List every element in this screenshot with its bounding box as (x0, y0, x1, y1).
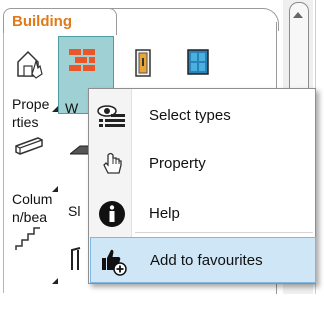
menu-label-property: Property (149, 155, 206, 172)
window-icon (187, 49, 209, 75)
tile-menu-indicator (52, 278, 58, 284)
menu-label-add-to-favourites: Add to favourites (150, 252, 263, 269)
tool-tile-column-beam[interactable]: Colum n/bea (6, 120, 60, 225)
menu-label-select-types: Select types (149, 107, 231, 124)
tab-building-label: Building (12, 13, 72, 30)
tile-menu-indicator (52, 186, 58, 192)
hand-pointer-icon (103, 152, 122, 174)
tab-building[interactable]: Building (3, 8, 117, 35)
menu-item-property[interactable]: Property (90, 141, 316, 187)
scroll-up-icon[interactable] (293, 12, 303, 18)
tool-tile-stair[interactable] (6, 212, 60, 286)
context-menu: Select types Property Help Add to favour… (88, 88, 316, 284)
properties-icon (17, 50, 43, 79)
menu-label-help: Help (149, 205, 180, 222)
stair-icon (15, 227, 40, 250)
menu-item-help[interactable]: Help (90, 191, 316, 237)
scrollbar-edge (315, 0, 324, 294)
tab-strip-outline (102, 8, 279, 31)
panel-left-border (3, 33, 4, 293)
add-favourite-icon (102, 249, 127, 276)
menu-item-select-types[interactable]: Select types (90, 93, 316, 139)
door-icon (135, 49, 151, 77)
wall-icon (69, 49, 95, 71)
tool-tile-properties[interactable]: Prope rties (6, 40, 60, 130)
column-icon (15, 137, 43, 155)
menu-separator (135, 232, 313, 233)
menu-item-add-to-favourites[interactable]: Add to favourites (90, 237, 316, 283)
info-icon (99, 201, 125, 227)
select-types-icon (97, 105, 125, 127)
